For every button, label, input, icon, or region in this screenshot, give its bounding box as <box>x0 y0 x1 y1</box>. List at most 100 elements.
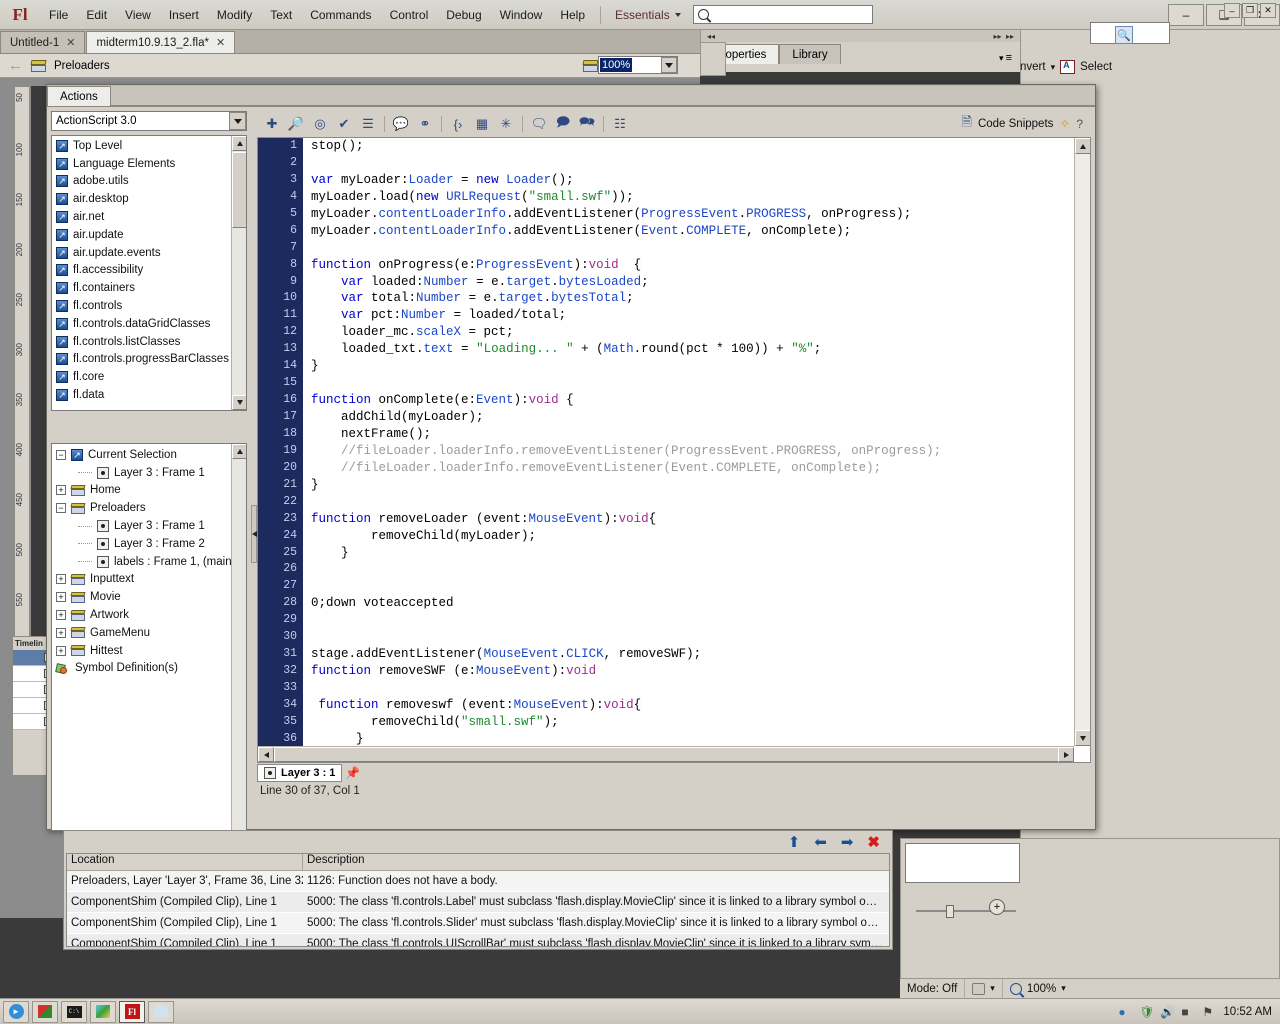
script-tree-item[interactable]: + Home <box>52 482 230 500</box>
menu-view[interactable]: View <box>116 4 160 26</box>
code-scroll-right-button[interactable] <box>1058 747 1074 762</box>
actionscript-version-dropdown[interactable]: ActionScript 3.0 <box>51 111 247 131</box>
class-tree-item[interactable]: ↗ fl.accessibility <box>52 262 230 280</box>
code-line[interactable]: } <box>311 545 1074 562</box>
menu-debug[interactable]: Debug <box>437 4 490 26</box>
collapse-braces-icon[interactable]: {› <box>447 114 469 134</box>
next-error-icon[interactable]: ➡ <box>841 833 854 851</box>
code-scroll-up-button[interactable] <box>1075 138 1090 154</box>
right-search-button[interactable]: 🔍 <box>1115 26 1133 44</box>
menu-window[interactable]: Window <box>491 4 552 26</box>
close-icon[interactable]: ✕ <box>66 36 75 49</box>
code-line[interactable]: //fileLoader.loaderInfo.removeEventListe… <box>311 460 1074 477</box>
collapse-icon[interactable]: − <box>56 449 66 460</box>
search-input[interactable] <box>708 7 859 22</box>
table-row[interactable]: ComponentShim (Compiled Clip), Line 1 500… <box>67 892 889 913</box>
menu-commands[interactable]: Commands <box>301 4 380 26</box>
script-tree-item[interactable]: Symbol Definition(s) <box>52 660 230 678</box>
document-tab[interactable]: midterm10.9.13_2.fla* ✕ <box>86 31 236 53</box>
help-search-box[interactable] <box>692 5 873 24</box>
edit-scene-icon[interactable] <box>582 59 599 72</box>
classes-scrollbar[interactable] <box>231 136 246 410</box>
code-hscroll-thumb[interactable] <box>274 747 1064 762</box>
script-scroll-up-button[interactable] <box>232 444 246 459</box>
expand-all-icon[interactable]: ✳ <box>495 114 517 134</box>
expand-icon[interactable]: + <box>56 627 66 638</box>
code-line[interactable]: var total:Number = e.target.bytesTotal; <box>311 290 1074 307</box>
menu-edit[interactable]: Edit <box>77 4 116 26</box>
code-line[interactable] <box>311 629 1074 646</box>
inner-restore-button[interactable]: ❐ <box>1242 3 1258 18</box>
code-line[interactable]: 0;down voteaccepted <box>311 595 1074 612</box>
classes-scroll-up-button[interactable] <box>232 136 246 151</box>
expand-icon[interactable]: + <box>56 645 66 656</box>
collapse-icon[interactable]: − <box>56 503 66 514</box>
script-tree-item[interactable]: − Preloaders <box>52 499 230 517</box>
flash-icon[interactable]: Fl <box>119 1000 145 1023</box>
table-row[interactable]: ComponentShim (Compiled Clip), Line 1 500… <box>67 913 889 934</box>
code-line[interactable]: myLoader.contentLoaderInfo.addEventListe… <box>311 223 1074 240</box>
code-snippets-icon[interactable]: 🗎 <box>962 113 972 135</box>
collapse-left-icon[interactable]: ◂◂ <box>707 32 715 41</box>
battery-icon[interactable]: ■ <box>1181 1005 1195 1019</box>
script-tree-item[interactable]: labels : Frame 1, (main <box>52 553 232 571</box>
apply-line-comment-icon[interactable]: 🗩 <box>552 114 574 134</box>
table-row[interactable]: ComponentShim (Compiled Clip), Line 1 500… <box>67 934 889 946</box>
classes-scroll-down-button[interactable] <box>232 395 246 410</box>
class-tree-item[interactable]: ↗ adobe.utils <box>52 173 230 191</box>
code-line[interactable]: addChild(myLoader); <box>311 409 1074 426</box>
code-line[interactable] <box>311 561 1074 578</box>
expand-icon[interactable]: + <box>56 485 66 496</box>
classes-scroll-thumb[interactable] <box>232 152 246 228</box>
apply-block-comment-icon[interactable]: 🗨 <box>528 114 550 134</box>
class-tree-item[interactable]: ↗ air.net <box>52 208 230 226</box>
code-line[interactable] <box>311 494 1074 511</box>
class-tree-item[interactable]: ↗ air.desktop <box>52 190 230 208</box>
code-line[interactable]: function onProgress(e:ProgressEvent):voi… <box>311 257 1074 274</box>
version-dropdown-arrow[interactable] <box>229 112 246 130</box>
menu-file[interactable]: File <box>40 4 77 26</box>
find-replace-icon[interactable]: 🔎 <box>285 114 307 134</box>
tools-panel-strip[interactable] <box>700 42 726 76</box>
code-line[interactable]: function removeLoader (event:MouseEvent)… <box>311 511 1074 528</box>
menu-modify[interactable]: Modify <box>208 4 261 26</box>
code-line[interactable]: function removeswf (event:MouseEvent):vo… <box>311 697 1074 714</box>
class-tree-item[interactable]: ↗ fl.controls.progressBarClasses <box>52 351 230 369</box>
close-icon[interactable]: ✕ <box>216 36 225 49</box>
script-navigator-tree[interactable]: − ↗ Current Selection Layer 3 : Frame 1 + Hom… <box>51 443 247 831</box>
code-line[interactable]: var loaded:Number = e.target.bytesLoaded… <box>311 274 1074 291</box>
code-line[interactable]: myLoader.contentLoaderInfo.addEventListe… <box>311 206 1074 223</box>
script-tree-item[interactable]: Layer 3 : Frame 1 <box>52 517 230 535</box>
code-line[interactable]: nextFrame(); <box>311 426 1074 443</box>
class-tree-item[interactable]: ↗ fl.containers <box>52 279 230 297</box>
menu-help[interactable]: Help <box>551 4 594 26</box>
menu-insert[interactable]: Insert <box>160 4 208 26</box>
shield-icon[interactable]: 🛡 <box>1139 1005 1154 1019</box>
expand-icon[interactable]: + <box>56 610 66 621</box>
code-line[interactable]: } <box>311 358 1074 375</box>
script-tree-item[interactable]: + Hittest <box>52 642 230 660</box>
code-line[interactable] <box>311 240 1074 257</box>
script-tree-item[interactable]: Layer 3 : Frame 1 <box>52 464 230 482</box>
code-line[interactable]: function onComplete(e:Event):void { <box>311 392 1074 409</box>
code-line[interactable]: var pct:Number = loaded/total; <box>311 307 1074 324</box>
code-line[interactable]: removeChild("small.swf"); <box>311 714 1074 731</box>
show-code-hint-icon[interactable]: 💬 <box>390 114 412 134</box>
code-line[interactable]: } <box>311 477 1074 494</box>
code-line[interactable] <box>311 375 1074 392</box>
workspace-selector[interactable]: Essentials <box>607 8 689 22</box>
paint-icon[interactable] <box>148 1000 174 1023</box>
class-tree-item[interactable]: ↗ air.update.events <box>52 244 230 262</box>
code-line[interactable] <box>311 578 1074 595</box>
script-tree-item[interactable]: Layer 3 : Frame 2 <box>52 535 230 553</box>
menu-control[interactable]: Control <box>381 4 438 26</box>
code-scroll-left-button[interactable] <box>258 747 274 762</box>
stage-lock-control[interactable]: ▾ <box>964 978 1002 999</box>
code-line[interactable] <box>311 680 1074 697</box>
zoom-in-button[interactable]: + <box>989 899 1005 915</box>
actionscript-classes-tree[interactable]: ↗ Top Level ↗ Language Elements ↗ adobe.utils… <box>51 135 247 411</box>
scene-name[interactable]: Preloaders <box>54 60 110 72</box>
class-tree-item[interactable]: ↗ Language Elements <box>52 155 230 173</box>
collapse-right-icon[interactable]: ▸▸ ▸▸ <box>993 32 1014 41</box>
menu-text[interactable]: Text <box>261 4 301 26</box>
